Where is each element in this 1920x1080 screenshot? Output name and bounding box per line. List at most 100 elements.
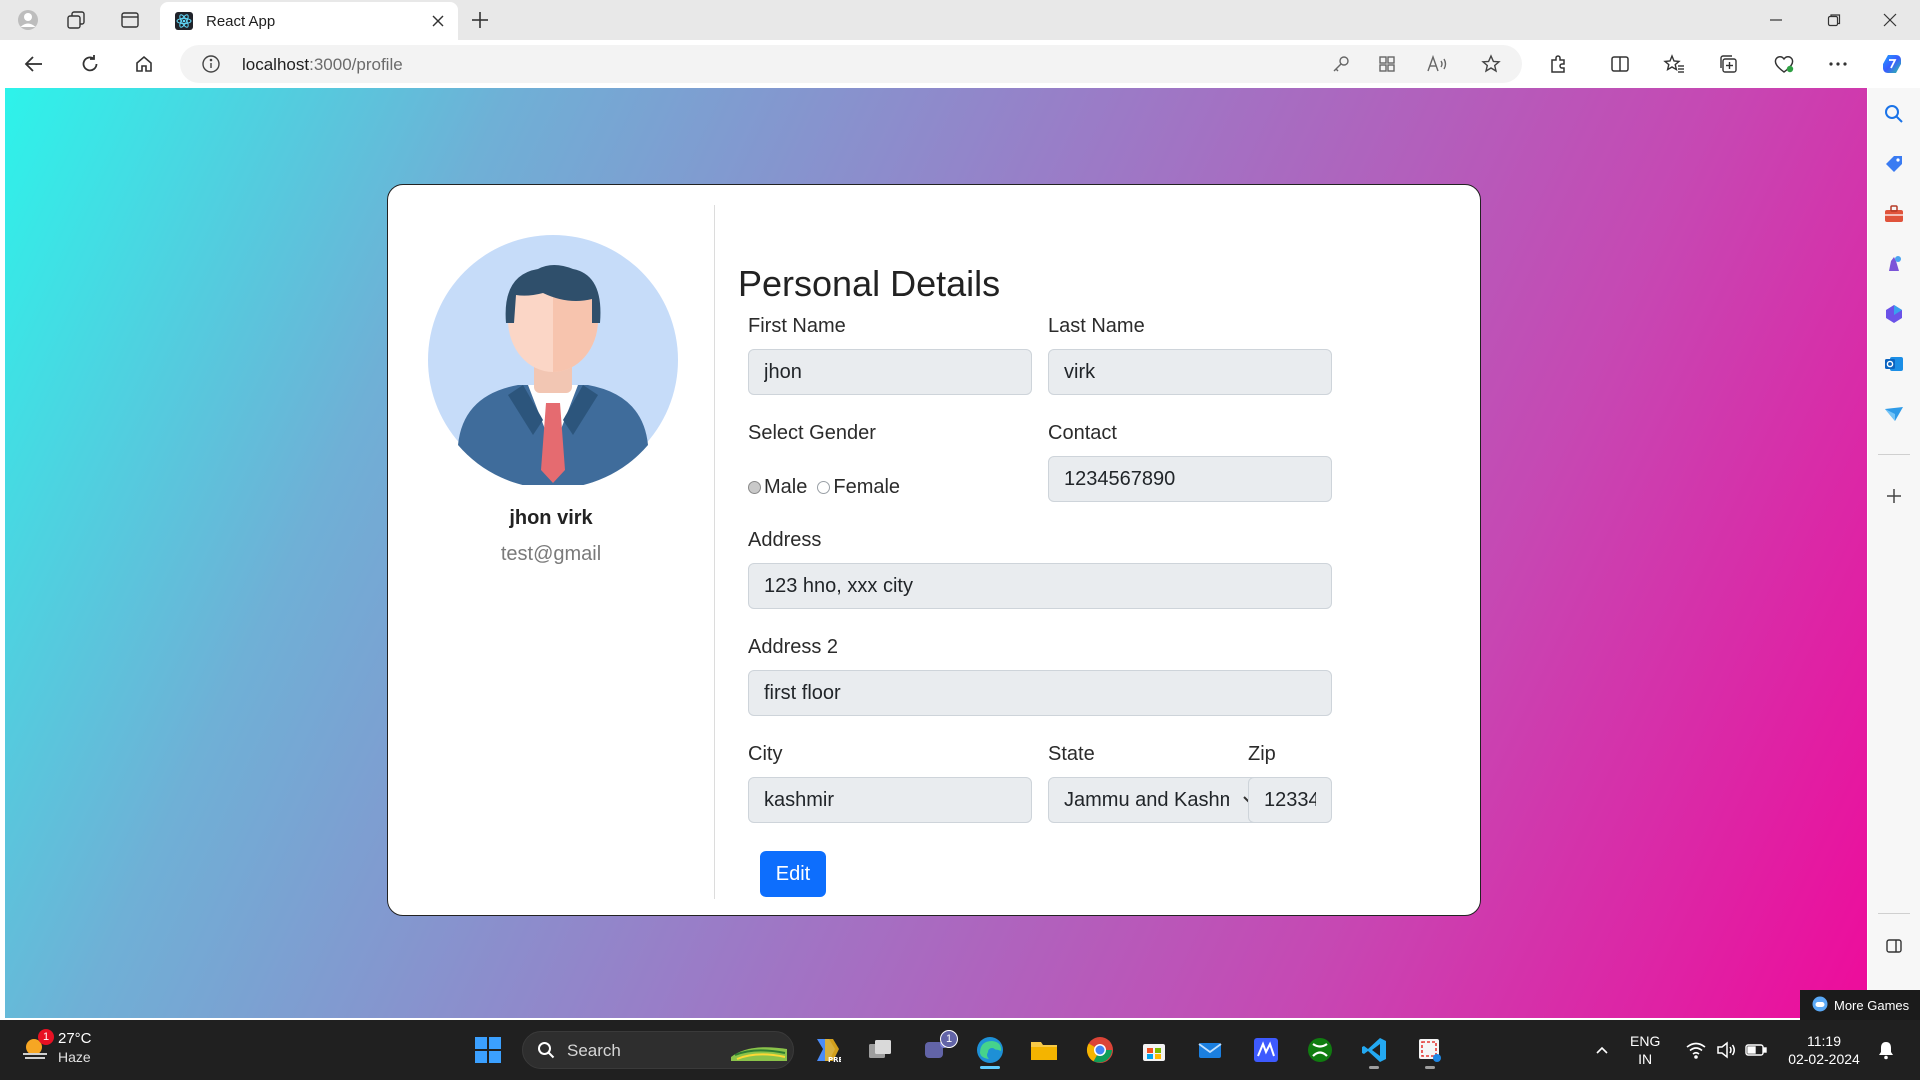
clock[interactable]: 11:19 02-02-2024 xyxy=(1782,1032,1866,1068)
address2-input[interactable] xyxy=(748,670,1332,716)
outlook-icon[interactable] xyxy=(1882,352,1906,376)
xbox-icon[interactable] xyxy=(1304,1034,1336,1066)
zip-input[interactable] xyxy=(1248,777,1332,823)
search-icon[interactable] xyxy=(1882,102,1906,126)
taskbar-search-icon xyxy=(537,1041,555,1064)
microsoft-365-icon[interactable] xyxy=(1882,302,1906,326)
app-available-icon[interactable] xyxy=(1376,53,1398,75)
close-window-icon[interactable] xyxy=(1878,8,1902,32)
column-divider xyxy=(714,205,715,899)
new-tab-icon[interactable] xyxy=(468,8,492,32)
shopping-tag-icon[interactable] xyxy=(1882,152,1906,176)
state-select[interactable]: Jammu and Kashmir xyxy=(1048,777,1274,823)
last-name-input[interactable] xyxy=(1048,349,1332,395)
clock-time: 11:19 xyxy=(1807,1033,1841,1049)
active-tab[interactable]: React App xyxy=(160,2,458,40)
microsoft-store-icon[interactable] xyxy=(1138,1034,1170,1066)
sidebar-divider xyxy=(1878,454,1910,455)
clock-date: 02-02-2024 xyxy=(1788,1051,1860,1067)
workspaces-icon[interactable] xyxy=(64,8,88,32)
weather-haze-icon: 1 xyxy=(20,1029,54,1063)
address-bar[interactable]: localhost:3000/profile xyxy=(180,45,1522,83)
mail-icon[interactable] xyxy=(1194,1034,1226,1066)
search-highlight-icon xyxy=(729,1039,789,1068)
minimize-icon[interactable] xyxy=(1764,8,1788,32)
chrome-icon[interactable] xyxy=(1084,1034,1116,1066)
browser-essentials-icon[interactable] xyxy=(1772,52,1796,76)
city-label: City xyxy=(748,743,783,765)
games-icon[interactable] xyxy=(1882,252,1906,276)
avatar xyxy=(428,235,678,489)
home-icon[interactable] xyxy=(132,52,156,76)
language-code: ENG xyxy=(1630,1033,1661,1049)
state-label: State xyxy=(1048,743,1095,765)
zip-label: Zip xyxy=(1248,743,1276,765)
restore-icon[interactable] xyxy=(1822,8,1846,32)
back-arrow-icon[interactable] xyxy=(22,52,46,76)
ink-app-icon[interactable] xyxy=(1250,1034,1282,1066)
tab-title: React App xyxy=(206,12,276,30)
gender-female-label: Female xyxy=(833,475,901,498)
gender-male-radio[interactable] xyxy=(748,480,761,494)
volume-icon[interactable] xyxy=(1710,1034,1742,1066)
drop-send-icon[interactable] xyxy=(1882,402,1906,426)
teams-chat-icon[interactable]: 1 xyxy=(920,1030,958,1066)
edge-browser-icon[interactable] xyxy=(974,1034,1006,1069)
vscode-icon[interactable] xyxy=(1358,1034,1390,1069)
vertical-tabs-icon[interactable] xyxy=(118,8,142,32)
url-text[interactable]: localhost:3000/profile xyxy=(242,55,403,75)
split-screen-icon[interactable] xyxy=(1608,52,1632,76)
wifi-icon[interactable] xyxy=(1680,1034,1712,1066)
taskbar-search-box[interactable]: Search xyxy=(522,1031,794,1069)
close-tab-icon[interactable] xyxy=(428,11,448,31)
profile-name: jhon virk xyxy=(509,507,593,529)
language-indicator[interactable]: ENG IN xyxy=(1630,1032,1660,1068)
windows-taskbar: 1 27°C Haze Search PRE 1 ENG IN 11:19 02… xyxy=(0,1020,1920,1080)
state-select-wrapper: Jammu and Kashmir xyxy=(1048,777,1274,823)
show-hidden-icons-chevron-icon[interactable] xyxy=(1586,1034,1618,1066)
profile-icon[interactable] xyxy=(16,8,40,32)
weather-widget[interactable]: 1 27°C Haze xyxy=(20,1029,92,1066)
favorites-icon[interactable] xyxy=(1662,52,1686,76)
windows-start-icon[interactable] xyxy=(472,1034,504,1066)
copilot-pre-icon[interactable]: PRE xyxy=(810,1034,842,1066)
edit-button[interactable]: Edit xyxy=(760,851,826,897)
address-label: Address xyxy=(748,529,822,551)
browser-tab-strip: React App xyxy=(0,0,1920,40)
language-region: IN xyxy=(1638,1051,1653,1067)
password-key-icon[interactable] xyxy=(1330,53,1352,75)
site-info-icon[interactable] xyxy=(200,53,222,75)
hide-sidebar-icon[interactable] xyxy=(1882,934,1906,958)
edge-sidebar xyxy=(1868,88,1920,1018)
tools-icon[interactable] xyxy=(1882,202,1906,226)
refresh-icon[interactable] xyxy=(78,52,102,76)
first-name-input[interactable] xyxy=(748,349,1032,395)
more-options-icon[interactable] xyxy=(1826,52,1850,76)
copilot-icon[interactable] xyxy=(1880,52,1904,76)
notification-bell-icon[interactable] xyxy=(1870,1034,1902,1066)
browser-toolbar: localhost:3000/profile xyxy=(0,40,1920,88)
file-explorer-icon[interactable] xyxy=(1028,1034,1060,1066)
snipping-tool-icon[interactable] xyxy=(1414,1034,1446,1069)
more-games-label: More Games xyxy=(1834,997,1910,1013)
battery-icon[interactable] xyxy=(1740,1034,1772,1066)
read-aloud-icon[interactable] xyxy=(1426,53,1448,75)
more-games-button[interactable]: More Games xyxy=(1800,990,1920,1020)
page-title: Personal Details xyxy=(738,263,1001,304)
extensions-icon[interactable] xyxy=(1546,52,1570,76)
contact-input[interactable] xyxy=(1048,456,1332,502)
weather-condition-text: Haze xyxy=(58,1049,91,1065)
add-plus-icon[interactable] xyxy=(1882,484,1906,508)
gender-radio-group: Male Female xyxy=(748,473,900,501)
running-app-indicator-2 xyxy=(1425,1066,1435,1069)
profile-card: jhon virk test@gmail Personal Details Fi… xyxy=(387,184,1481,916)
collections-icon[interactable] xyxy=(1716,52,1740,76)
task-view-icon[interactable] xyxy=(864,1034,896,1066)
gender-female-radio[interactable] xyxy=(817,480,831,494)
react-logo-icon xyxy=(174,11,194,31)
gender-label: Select Gender xyxy=(748,422,876,444)
favorite-star-icon[interactable] xyxy=(1480,53,1502,75)
running-app-indicator xyxy=(1369,1066,1379,1069)
city-input[interactable] xyxy=(748,777,1032,823)
address-input[interactable] xyxy=(748,563,1332,609)
